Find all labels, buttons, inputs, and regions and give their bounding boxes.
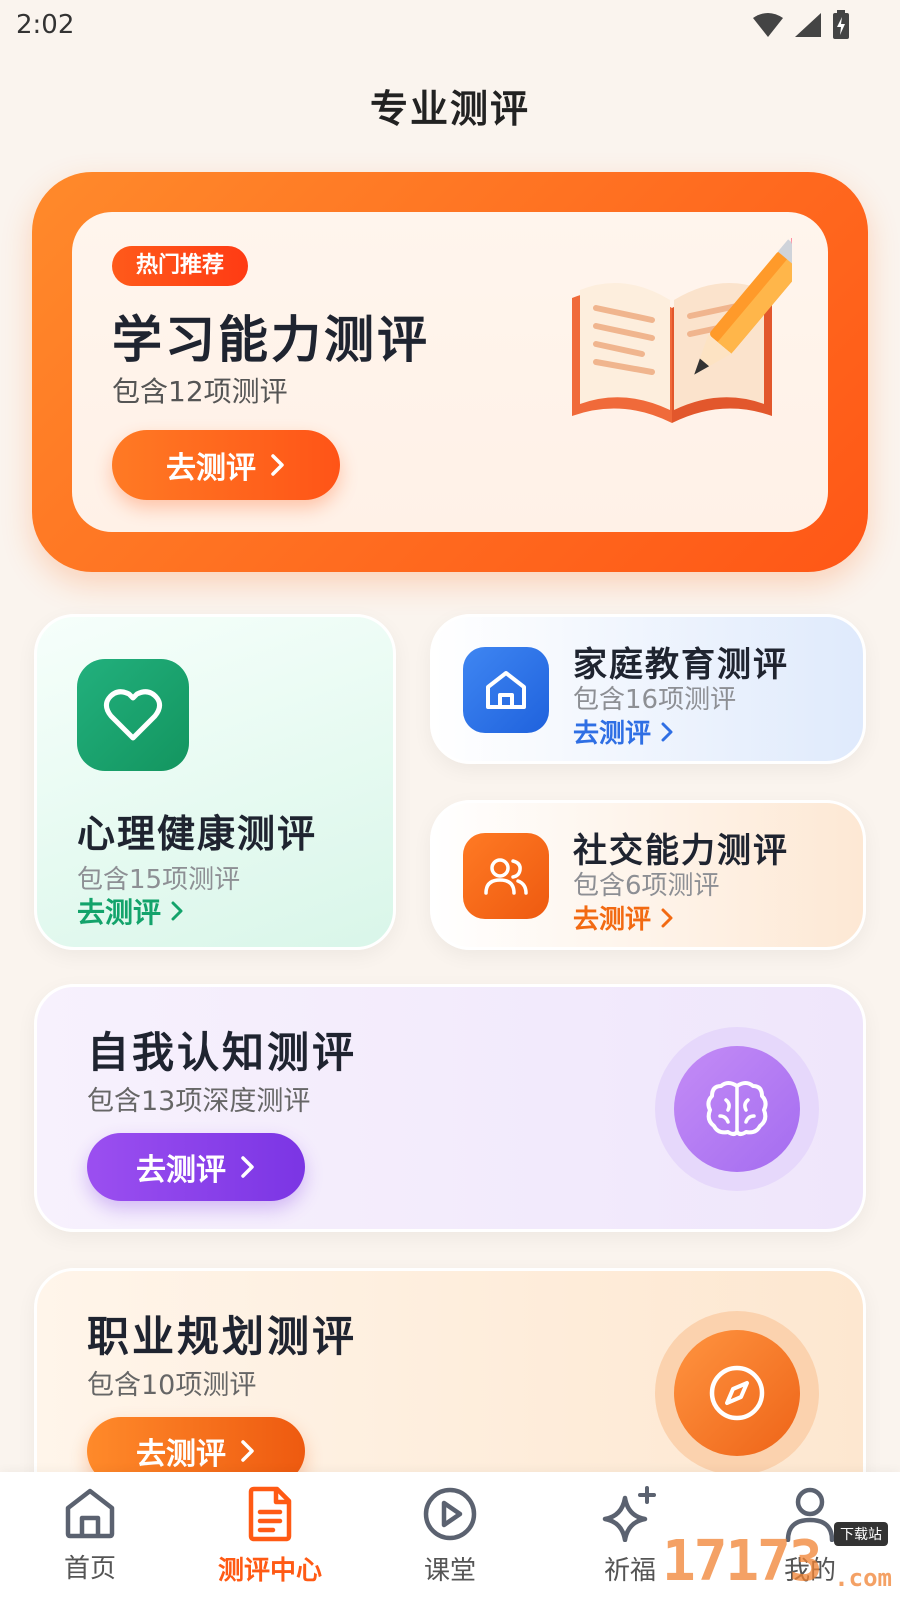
home-icon [486, 671, 526, 709]
watermark-tag: 下载站 [834, 1522, 888, 1546]
home-icon [65, 1488, 115, 1539]
self-button-label: 去测评 [136, 1153, 226, 1188]
self-title: 自我认知测评 [87, 1028, 358, 1077]
hero-button-label: 去测评 [166, 451, 256, 486]
tab-classroom[interactable]: 课堂 [360, 1472, 540, 1600]
book-pencil-illustration [572, 238, 792, 423]
hero-subtitle: 包含12项测评 [112, 375, 288, 408]
self-icon-circle [655, 1027, 819, 1191]
family-start-link[interactable]: 去测评 [573, 713, 673, 750]
self-subtitle: 包含13项深度测评 [87, 1086, 311, 1117]
compass-icon [709, 1365, 765, 1421]
chevron-right-icon [171, 901, 183, 921]
watermark-suffix: .com [834, 1564, 892, 1592]
self-icon-inner [674, 1046, 800, 1172]
career-subtitle: 包含10项测评 [87, 1370, 257, 1401]
users-icon [484, 858, 528, 895]
career-icon-inner [674, 1330, 800, 1456]
chevron-right-icon [271, 454, 284, 476]
mental-start-link[interactable]: 去测评 [77, 891, 183, 931]
social-subtitle: 包含6项测评 [573, 871, 720, 901]
wifi-icon [753, 13, 783, 37]
social-start-link[interactable]: 去测评 [573, 899, 673, 936]
status-icons [752, 10, 850, 40]
tab-assessment-label: 测评中心 [217, 1556, 322, 1586]
family-icon-tile [463, 647, 549, 733]
family-subtitle: 包含16项测评 [573, 685, 737, 715]
chevron-right-icon [661, 722, 673, 741]
watermark-text: 17173 [662, 1529, 823, 1594]
card-family-education[interactable]: 家庭教育测评 包含16项测评 去测评 [430, 614, 866, 764]
social-icon-tile [463, 833, 549, 919]
hero-title: 学习能力测评 [112, 311, 430, 369]
hot-badge: 热门推荐 [112, 246, 249, 286]
tab-classroom-label: 课堂 [423, 1556, 476, 1586]
hero-card-inner: 热门推荐 学习能力测评 包含12项测评 去测评 [72, 212, 828, 532]
page-title: 专业测评 [369, 87, 530, 131]
heart-icon [103, 689, 163, 741]
sparkle-icon [602, 1486, 656, 1542]
tab-blessing-label: 祈福 [603, 1556, 656, 1586]
career-title: 职业规划测评 [87, 1312, 358, 1361]
tab-home-label: 首页 [63, 1554, 116, 1584]
social-link-label: 去测评 [573, 905, 652, 935]
mental-link-label: 去测评 [77, 896, 162, 929]
tab-assessment-center[interactable]: 测评中心 [180, 1472, 360, 1600]
card-mental-health[interactable]: 心理健康测评 包含15项测评 去测评 [34, 614, 396, 950]
brain-icon [706, 1081, 768, 1136]
hero-card-learning[interactable]: 热门推荐 学习能力测评 包含12项测评 去测评 [32, 172, 868, 572]
tab-home[interactable]: 首页 [0, 1472, 180, 1600]
site-watermark: 17173 下载站 .com [662, 1520, 892, 1594]
hero-start-button[interactable]: 去测评 [112, 430, 340, 500]
signal-icon [795, 13, 821, 37]
status-bar: 2:02 [0, 0, 900, 50]
family-link-label: 去测评 [573, 719, 652, 749]
status-time: 2:02 [16, 10, 75, 40]
mental-icon-tile [77, 659, 189, 771]
chevron-right-icon [241, 1156, 254, 1178]
card-self-cognition[interactable]: 自我认知测评 包含13项深度测评 去测评 [34, 984, 866, 1232]
battery-icon [833, 10, 849, 39]
chevron-right-icon [661, 908, 673, 927]
play-icon [423, 1487, 477, 1541]
card-social-ability[interactable]: 社交能力测评 包含6项测评 去测评 [430, 800, 866, 950]
document-icon [248, 1486, 292, 1542]
career-icon-circle [655, 1311, 819, 1475]
chevron-right-icon [241, 1440, 254, 1462]
career-button-label: 去测评 [136, 1437, 226, 1472]
self-start-button[interactable]: 去测评 [87, 1133, 305, 1201]
mental-title: 心理健康测评 [77, 812, 318, 856]
